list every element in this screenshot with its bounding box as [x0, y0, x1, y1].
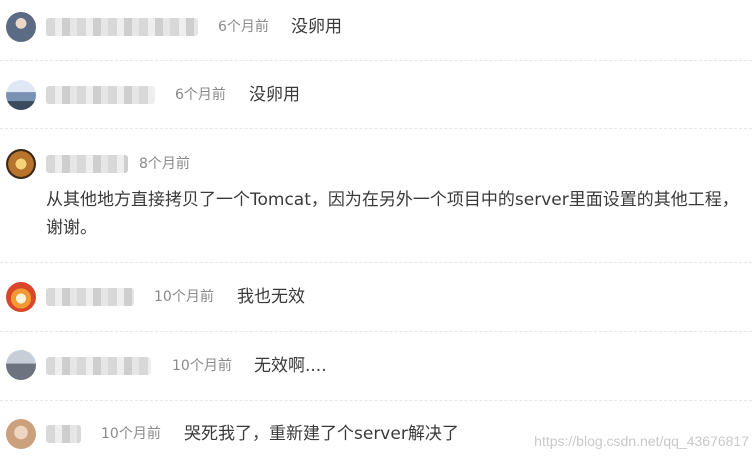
avatar[interactable] — [6, 12, 36, 42]
comment-time: 6个月前 — [175, 87, 226, 103]
username-redacted[interactable] — [46, 357, 151, 375]
divider — [0, 60, 752, 61]
comment-text: 没卵用 — [291, 17, 342, 37]
comment-time: 8个月前 — [139, 156, 190, 172]
comment-text: 没卵用 — [249, 85, 300, 105]
comment-text: 哭死我了，重新建了个server解决了 — [184, 424, 459, 444]
comment-text-line: 从其他地方直接拷贝了一个Tomcat，因为在另外一个项目中的server里面设置… — [46, 190, 739, 210]
avatar[interactable] — [6, 419, 36, 449]
comment-time: 10个月前 — [154, 289, 214, 305]
username-redacted[interactable] — [46, 155, 128, 173]
avatar[interactable] — [6, 80, 36, 110]
divider — [0, 262, 752, 263]
comment-text: 我也无效 — [237, 287, 305, 307]
comment-text: 无效啊.... — [254, 356, 327, 376]
divider — [0, 400, 752, 401]
username-redacted[interactable] — [46, 18, 198, 36]
comment-list: 6个月前 没卵用 6个月前 没卵用 8个月前 从其他地方直接拷贝了一个Tomca… — [0, 0, 755, 462]
avatar[interactable] — [6, 149, 36, 179]
comment-text-line: 谢谢。 — [46, 218, 97, 238]
avatar[interactable] — [6, 282, 36, 312]
comment-time: 10个月前 — [101, 426, 161, 442]
username-redacted[interactable] — [46, 288, 134, 306]
avatar[interactable] — [6, 350, 36, 380]
divider — [0, 128, 752, 129]
comment-time: 6个月前 — [218, 19, 269, 35]
divider — [0, 331, 752, 332]
comment-text: 从其他地方直接拷贝了一个Tomcat，因为在另外一个项目中的server里面设置… — [46, 186, 755, 242]
username-redacted[interactable] — [46, 425, 81, 443]
username-redacted[interactable] — [46, 86, 155, 104]
comment-time: 10个月前 — [172, 358, 232, 374]
watermark: https://blog.csdn.net/qq_43676817 — [534, 433, 749, 449]
